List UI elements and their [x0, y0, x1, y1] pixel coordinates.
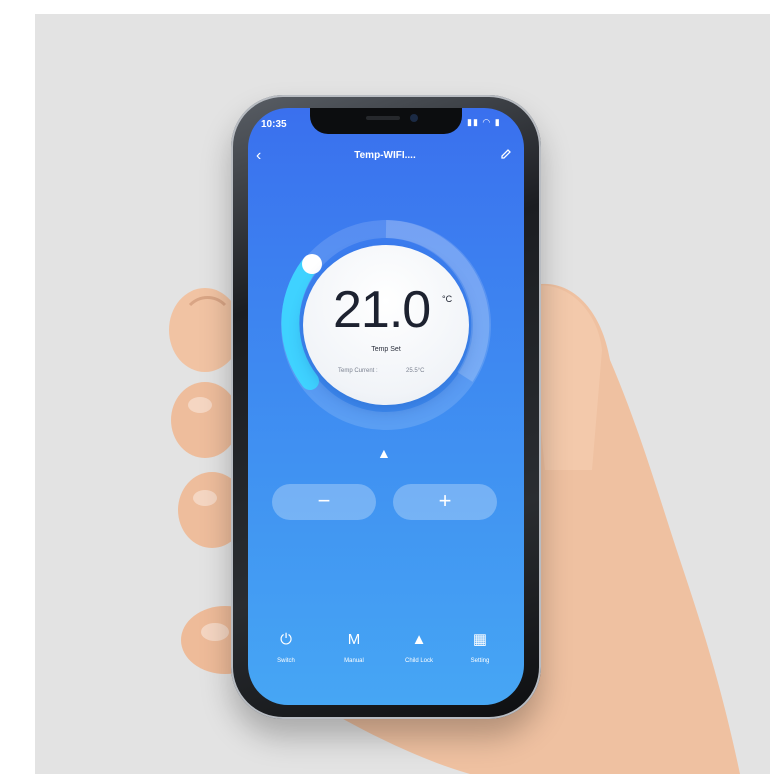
tab-child-lock-label: Child Lock: [404, 658, 433, 664]
status-icons: ▮▮ ◠ ▮: [467, 117, 501, 127]
dial-knob[interactable]: [302, 254, 322, 274]
child-lock-icon: ▲: [411, 631, 427, 648]
bottom-tab-bar: ⏻ Switch M Manual ▲ Child Lock ▦ Setting: [248, 630, 524, 680]
increase-temp-button[interactable]: +: [393, 484, 497, 520]
heating-flame-icon: ▲: [377, 445, 391, 461]
front-camera: [410, 114, 418, 122]
tab-setting[interactable]: ▦ Setting: [450, 630, 510, 664]
status-time: 10:35: [261, 119, 287, 130]
tab-setting-label: Setting: [470, 658, 490, 664]
edit-pencil-icon[interactable]: [500, 147, 512, 165]
device-title: Temp-WIFI....: [354, 150, 416, 161]
tab-switch-label: Switch: [277, 658, 295, 664]
manual-m-icon: M: [347, 631, 361, 648]
tab-manual-label: Manual: [344, 658, 364, 664]
current-temp-label: Temp Current :: [338, 368, 378, 374]
settings-grid-icon: ▦: [472, 631, 488, 648]
temp-set-label: Temp Set: [371, 346, 401, 353]
phone-notch: [310, 108, 462, 134]
current-temp-value: 25.5°C: [406, 368, 425, 374]
power-icon: ⏻: [280, 631, 292, 648]
tab-switch[interactable]: ⏻ Switch: [256, 630, 316, 664]
decrease-temp-button[interactable]: −: [272, 484, 376, 520]
temperature-unit: °C: [442, 294, 453, 304]
tab-manual[interactable]: M Manual: [324, 630, 384, 664]
tab-child-lock[interactable]: ▲ Child Lock: [389, 630, 449, 664]
set-temperature-value: 21.0: [333, 281, 431, 339]
back-chevron-icon[interactable]: ‹: [256, 147, 261, 165]
speaker-grille: [366, 116, 400, 120]
